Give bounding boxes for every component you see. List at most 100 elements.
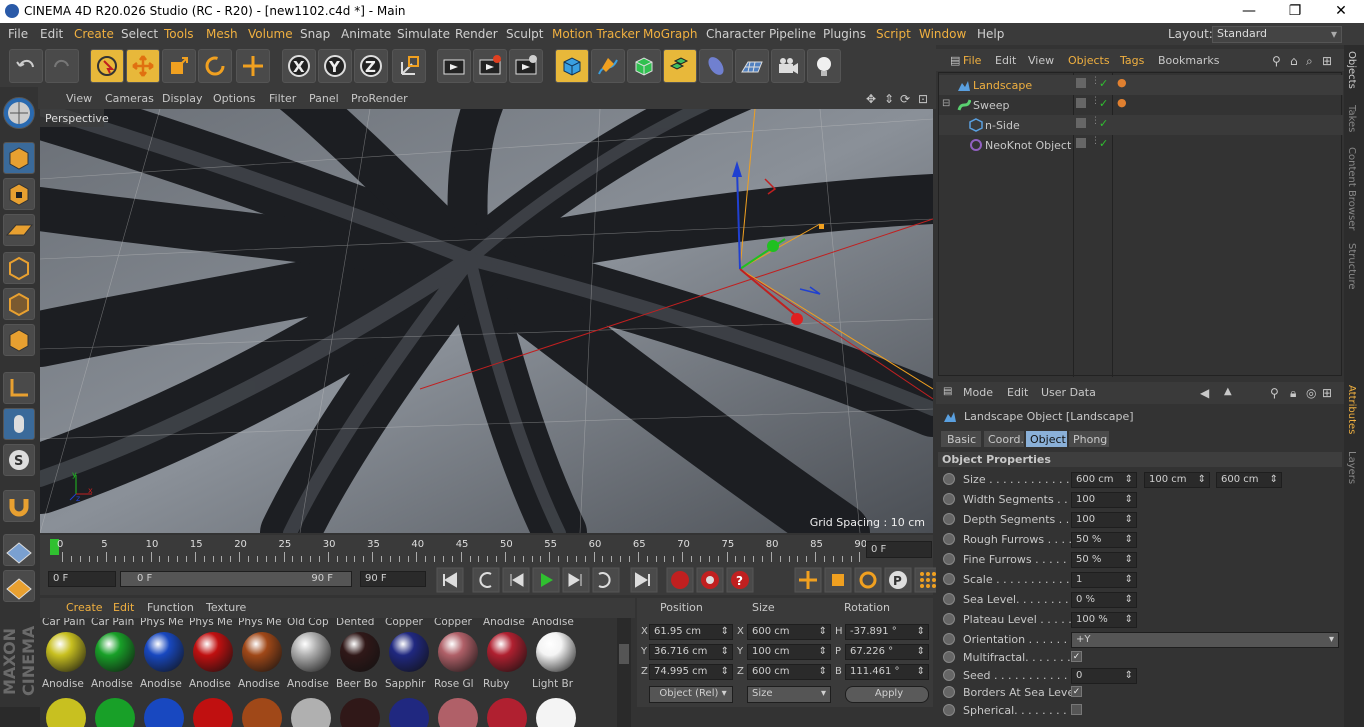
attr-menu-edit[interactable]: Edit bbox=[1007, 386, 1028, 399]
side-tab-content-browser[interactable]: Content Browser bbox=[1346, 147, 1357, 230]
maximize-icon[interactable]: ❐ bbox=[1272, 0, 1318, 23]
vp-menu-display[interactable]: Display bbox=[162, 92, 203, 105]
polygons-mode-button[interactable] bbox=[3, 324, 35, 356]
edges-mode-button[interactable] bbox=[3, 288, 35, 320]
magnet-icon[interactable] bbox=[3, 490, 35, 522]
mat-menu-edit[interactable]: Edit bbox=[113, 601, 134, 614]
side-tab-structure[interactable]: Structure bbox=[1346, 243, 1357, 290]
menu-simulate[interactable]: Simulate bbox=[397, 27, 450, 41]
search-icon[interactable]: ⚲ bbox=[1270, 386, 1279, 400]
pen-spline-button[interactable] bbox=[591, 49, 625, 83]
vp-menu-prorender[interactable]: ProRender bbox=[351, 92, 408, 105]
menu-render[interactable]: Render bbox=[455, 27, 498, 41]
animate-radio[interactable] bbox=[943, 473, 955, 485]
menu-sculpt[interactable]: Sculpt bbox=[506, 27, 543, 41]
obj-menu-objects[interactable]: Objects bbox=[1068, 54, 1110, 67]
material-swatch[interactable]: Car Pain Anodise bbox=[42, 618, 90, 727]
back-arrow-icon[interactable]: ◀ bbox=[1200, 386, 1209, 400]
object-row-neoknot[interactable]: NeoKnot Object ⋮ ✓ bbox=[939, 135, 1343, 155]
menu-edit[interactable]: Edit bbox=[40, 27, 63, 41]
tab-coord[interactable]: Coord. bbox=[984, 431, 1024, 447]
coord-rotation-field[interactable]: -37.891 ° ⇕ bbox=[845, 624, 929, 640]
menu-window[interactable]: Window bbox=[919, 27, 966, 41]
material-swatch[interactable]: Phys Me Anodise bbox=[140, 618, 188, 727]
coord-position-field[interactable]: 36.716 cm ⇕ bbox=[649, 644, 733, 660]
attr-checkbox[interactable]: ✓ bbox=[1071, 650, 1082, 662]
vp-menu-options[interactable]: Options bbox=[213, 92, 255, 105]
workplane-grid-button[interactable] bbox=[3, 534, 35, 566]
viewport-layout-icon[interactable]: ⊡ bbox=[918, 92, 928, 106]
transform-tool-button[interactable] bbox=[236, 49, 270, 83]
menu-mesh[interactable]: Mesh bbox=[206, 27, 238, 41]
move-tool-button[interactable] bbox=[126, 49, 160, 83]
rotate-tool-button[interactable] bbox=[198, 49, 232, 83]
coordinate-system-button[interactable] bbox=[392, 49, 426, 83]
material-scrollbar-thumb[interactable] bbox=[619, 644, 629, 664]
attr-value-field[interactable]: 50 % ⇕ bbox=[1071, 532, 1137, 548]
light-button[interactable] bbox=[807, 49, 841, 83]
locked-workplane-button[interactable] bbox=[3, 570, 35, 602]
menu-animate[interactable]: Animate bbox=[341, 27, 391, 41]
new-window-icon[interactable]: ⊞ bbox=[1322, 386, 1332, 400]
object-row-landscape[interactable]: Landscape ⋮ ✓ ● bbox=[939, 75, 1343, 95]
attr-value-field[interactable]: 0 % ⇕ bbox=[1071, 592, 1137, 608]
scale-tool-button[interactable] bbox=[162, 49, 196, 83]
vp-menu-panel[interactable]: Panel bbox=[309, 92, 339, 105]
layout-select[interactable]: Standard ▾ bbox=[1212, 26, 1342, 43]
animate-radio[interactable] bbox=[943, 533, 955, 545]
close-icon[interactable]: ✕ bbox=[1318, 0, 1364, 23]
apply-button[interactable]: Apply bbox=[845, 686, 929, 703]
timeline-ruler[interactable]: 0 5 10 15 20 25 30 35 40 45 50 55 60 65 70 75 80 85 90 0 F bbox=[40, 535, 933, 565]
deformer-button[interactable] bbox=[699, 49, 733, 83]
menu-tools[interactable]: Tools bbox=[164, 27, 194, 41]
attr-checkbox[interactable]: ✓ bbox=[1071, 686, 1082, 698]
target-icon[interactable]: ◎ bbox=[1306, 386, 1316, 400]
viewport-move-icon[interactable]: ✥ bbox=[866, 92, 876, 106]
frame-range-slider[interactable]: 0 F 90 F bbox=[120, 571, 352, 587]
material-swatch[interactable]: Car Pain Anodise bbox=[91, 618, 139, 727]
home-icon[interactable]: ⌂ bbox=[1290, 54, 1298, 68]
animate-radio[interactable] bbox=[943, 686, 955, 699]
search-icon[interactable]: ⚲ bbox=[1272, 54, 1281, 68]
animate-radio[interactable] bbox=[943, 493, 955, 505]
collapse-toggle-icon[interactable]: ⊟ bbox=[942, 98, 950, 109]
side-tab-attributes[interactable]: Attributes bbox=[1346, 385, 1357, 434]
coord-rotation-field[interactable]: 111.461 ° ⇕ bbox=[845, 664, 929, 680]
mat-menu-create[interactable]: Create bbox=[66, 601, 103, 614]
viewport-rotate-icon[interactable]: ⟳ bbox=[900, 92, 910, 106]
layer-color-box[interactable] bbox=[1076, 78, 1086, 88]
end-frame-field[interactable]: 90 F bbox=[360, 571, 426, 587]
redo-button[interactable] bbox=[45, 49, 79, 83]
material-swatch[interactable]: Phys Me Anodise bbox=[238, 618, 286, 727]
workplane-mode-button[interactable] bbox=[3, 214, 35, 246]
enabled-check-icon[interactable]: ✓ bbox=[1099, 117, 1108, 130]
menu-file[interactable]: File bbox=[8, 27, 28, 41]
material-tag-icon[interactable]: ● bbox=[1117, 76, 1127, 89]
material-swatch[interactable]: Anodise Ruby bbox=[483, 618, 531, 727]
animate-radio[interactable] bbox=[943, 513, 955, 525]
attr-dropdown[interactable]: +Y ▾ bbox=[1071, 632, 1339, 648]
attr-value-field[interactable]: 600 cm ⇕ bbox=[1071, 472, 1137, 488]
x-axis-lock-button[interactable]: X bbox=[282, 49, 316, 83]
material-swatch[interactable]: Old Cop Anodise bbox=[287, 618, 335, 727]
live-selection-button[interactable] bbox=[90, 49, 124, 83]
make-editable-button[interactable] bbox=[3, 97, 35, 129]
coord-position-field[interactable]: 74.995 cm ⇕ bbox=[649, 664, 733, 680]
attr-value-field[interactable]: 100 % ⇕ bbox=[1071, 612, 1137, 628]
obj-menu-edit[interactable]: Edit bbox=[995, 54, 1016, 67]
material-swatch[interactable]: Anodise Light Br bbox=[532, 618, 580, 727]
subdivision-surface-button[interactable] bbox=[627, 49, 661, 83]
menu-motion-tracker[interactable]: Motion Tracker bbox=[552, 27, 640, 41]
animate-radio[interactable] bbox=[943, 650, 955, 663]
start-frame-field[interactable]: 0 F bbox=[48, 571, 116, 587]
animate-radio[interactable] bbox=[943, 613, 955, 625]
material-swatch[interactable]: Dented Beer Bo bbox=[336, 618, 384, 727]
tab-phong[interactable]: Phong bbox=[1069, 431, 1109, 447]
mat-menu-texture[interactable]: Texture bbox=[206, 601, 246, 614]
texture-mode-button[interactable] bbox=[3, 178, 35, 210]
layer-color-box[interactable] bbox=[1076, 98, 1086, 108]
lock-icon[interactable]: 🔒︎ bbox=[1290, 386, 1296, 401]
render-picture-viewer-button[interactable] bbox=[473, 49, 507, 83]
menu-mograph[interactable]: MoGraph bbox=[643, 27, 698, 41]
axis-mode-button[interactable] bbox=[3, 372, 35, 404]
